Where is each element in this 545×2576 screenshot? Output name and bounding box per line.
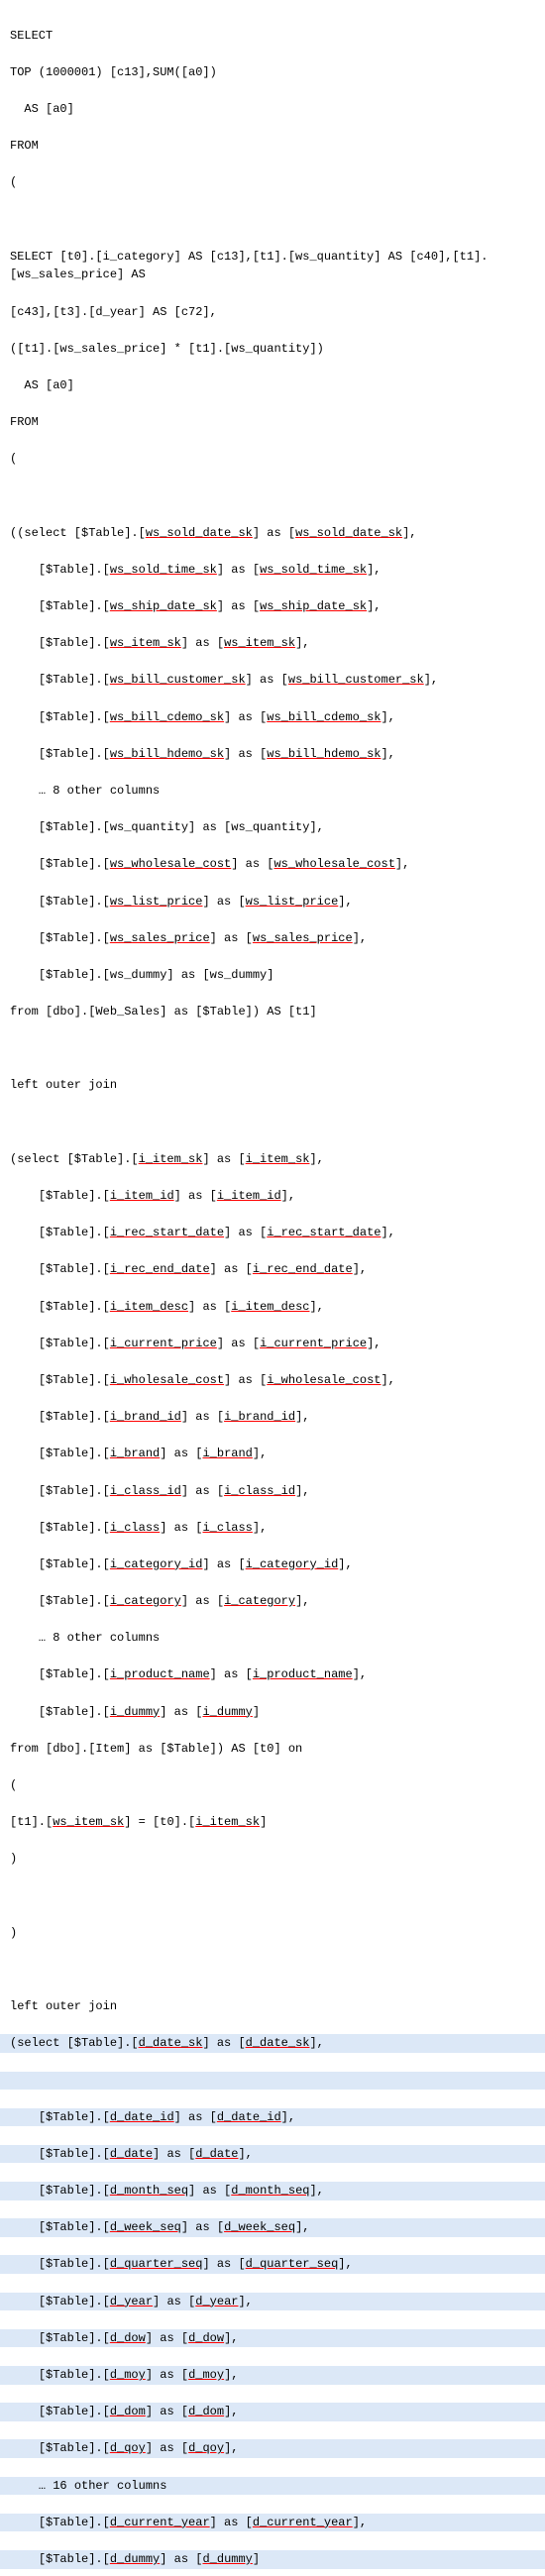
line-3: AS [a0] — [10, 100, 535, 119]
line-26: left outer join — [10, 1076, 535, 1095]
line-54: [$Table].[d_quarter_seq] as [d_quarter_s… — [0, 2255, 545, 2274]
line-28: [$Table].[i_item_id] as [i_item_id], — [10, 1187, 535, 1206]
line-12: ((select [$Table].[ws_sold_date_sk] as [… — [10, 524, 535, 543]
line-43: from [dbo].[Item] as [$Table]) AS [t0] o… — [10, 1740, 535, 1759]
line-52: [$Table].[d_month_seq] as [d_month_seq], — [0, 2182, 545, 2200]
line-58: [$Table].[d_dom] as [d_dom], — [0, 2403, 545, 2421]
line-18: [$Table].[ws_bill_hdemo_sk] as [ws_bill_… — [10, 745, 535, 764]
line-blank-6 — [10, 1961, 535, 1980]
line-blank-4 — [10, 1114, 535, 1132]
line-21: [$Table].[ws_wholesale_cost] as [ws_whol… — [10, 855, 535, 874]
line-33: [$Table].[i_wholesale_cost] as [i_wholes… — [10, 1371, 535, 1390]
line-30: [$Table].[i_rec_end_date] as [i_rec_end_… — [10, 1260, 535, 1279]
line-16: [$Table].[ws_bill_customer_sk] as [ws_bi… — [10, 671, 535, 690]
line-7: [c43],[t3].[d_year] AS [c72], — [10, 303, 535, 322]
line-24: [$Table].[ws_dummy] as [ws_dummy] — [10, 966, 535, 985]
line-blank-2 — [10, 486, 535, 505]
line-51: [$Table].[d_date] as [d_date], — [0, 2145, 545, 2164]
line-4: FROM — [10, 137, 535, 156]
line-1: SELECT — [10, 27, 535, 46]
line-5: ( — [10, 173, 535, 192]
line-41: [$Table].[i_product_name] as [i_product_… — [10, 1665, 535, 1684]
line-35: [$Table].[i_brand] as [i_brand], — [10, 1445, 535, 1463]
line-48: left outer join — [10, 1997, 535, 2016]
code-block: SELECT TOP (1000001) [c13],SUM([a0]) AS … — [0, 0, 545, 2576]
line-27: (select [$Table].[i_item_sk] as [i_item_… — [10, 1150, 535, 1169]
line-25: from [dbo].[Web_Sales] as [$Table]) AS [… — [10, 1003, 535, 1021]
line-32: [$Table].[i_current_price] as [i_current… — [10, 1335, 535, 1353]
line-13: [$Table].[ws_sold_time_sk] as [ws_sold_t… — [10, 561, 535, 580]
line-14: [$Table].[ws_ship_date_sk] as [ws_ship_d… — [10, 597, 535, 616]
line-61: [$Table].[d_current_year] as [d_current_… — [0, 2514, 545, 2532]
line-31: [$Table].[i_item_desc] as [i_item_desc], — [10, 1298, 535, 1317]
line-47: ) — [10, 1924, 535, 1943]
line-20: [$Table].[ws_quantity] as [ws_quantity], — [10, 818, 535, 837]
line-55: [$Table].[d_year] as [d_year], — [0, 2293, 545, 2311]
line-50: [$Table].[d_date_id] as [d_date_id], — [0, 2108, 545, 2127]
line-blank-5 — [10, 1887, 535, 1906]
line-62: [$Table].[d_dummy] as [d_dummy] — [0, 2550, 545, 2569]
line-45: [t1].[ws_item_sk] = [t0].[i_item_sk] — [10, 1813, 535, 1832]
line-19: … 8 other columns — [10, 782, 535, 801]
line-29: [$Table].[i_rec_start_date] as [i_rec_st… — [10, 1224, 535, 1242]
line-blank-7 — [0, 2072, 545, 2091]
line-10: FROM — [10, 413, 535, 432]
line-56: [$Table].[d_dow] as [d_dow], — [0, 2329, 545, 2348]
line-60: … 16 other columns — [0, 2477, 545, 2496]
line-42: [$Table].[i_dummy] as [i_dummy] — [10, 1703, 535, 1722]
line-9: AS [a0] — [10, 376, 535, 395]
line-59: [$Table].[d_qoy] as [d_qoy], — [0, 2439, 545, 2458]
line-2: TOP (1000001) [c13],SUM([a0]) — [10, 63, 535, 82]
line-49: (select [$Table].[d_date_sk] as [d_date_… — [0, 2034, 545, 2053]
line-37: [$Table].[i_class] as [i_class], — [10, 1519, 535, 1538]
line-39: [$Table].[i_category] as [i_category], — [10, 1592, 535, 1611]
line-23: [$Table].[ws_sales_price] as [ws_sales_p… — [10, 929, 535, 948]
line-11: ( — [10, 450, 535, 469]
line-blank-3 — [10, 1039, 535, 1058]
line-57: [$Table].[d_moy] as [d_moy], — [0, 2366, 545, 2385]
line-22: [$Table].[ws_list_price] as [ws_list_pri… — [10, 893, 535, 912]
line-53: [$Table].[d_week_seq] as [d_week_seq], — [0, 2218, 545, 2237]
line-36: [$Table].[i_class_id] as [i_class_id], — [10, 1482, 535, 1501]
line-44: ( — [10, 1776, 535, 1795]
line-38: [$Table].[i_category_id] as [i_category_… — [10, 1556, 535, 1574]
line-6: SELECT [t0].[i_category] AS [c13],[t1].[… — [10, 248, 535, 284]
line-46: ) — [10, 1850, 535, 1869]
line-34: [$Table].[i_brand_id] as [i_brand_id], — [10, 1408, 535, 1427]
line-17: [$Table].[ws_bill_cdemo_sk] as [ws_bill_… — [10, 708, 535, 727]
line-40: … 8 other columns — [10, 1629, 535, 1648]
line-8: ([t1].[ws_sales_price] * [t1].[ws_quanti… — [10, 340, 535, 359]
line-blank-1 — [10, 211, 535, 230]
line-15: [$Table].[ws_item_sk] as [ws_item_sk], — [10, 634, 535, 653]
